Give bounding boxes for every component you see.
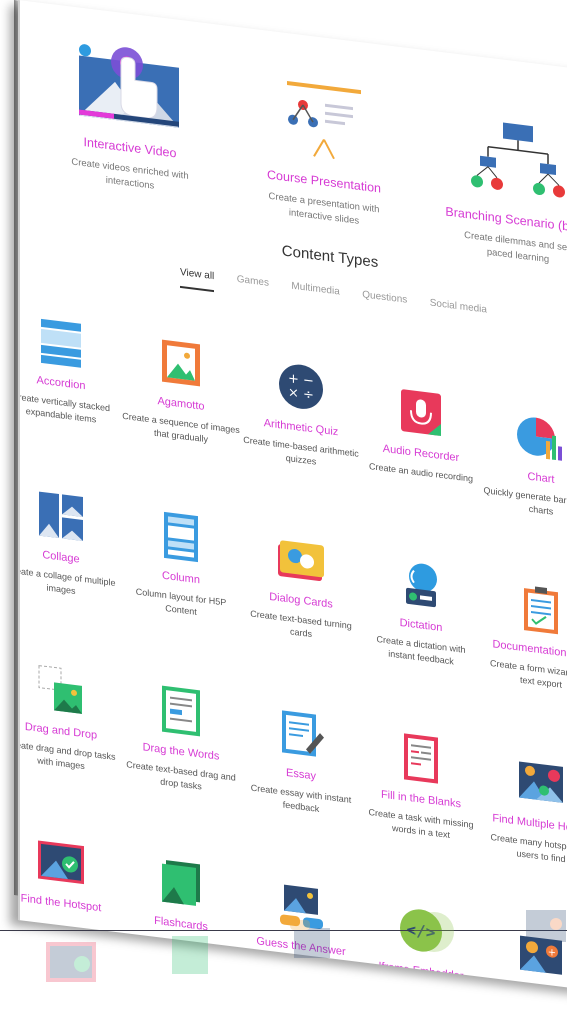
audio-recorder-icon [396,384,446,440]
essay-icon [276,706,326,762]
content-type-drag-and-drop[interactable]: Drag and Drop Create drag and drop tasks… [18,658,120,777]
content-type-desc: Column layout for H5P Content [135,586,227,617]
agamotto-icon [156,335,206,391]
content-type-fill-in-the-blanks[interactable]: Fill in the Blanks Create a task with mi… [362,726,480,845]
find-multiple-hotspots-icon [516,755,566,811]
content-type-desc: Create a sequence of images that gradual… [122,410,240,445]
svg-text:× ÷: × ÷ [288,385,314,403]
collage-icon [36,488,86,544]
drag-the-words-icon [156,683,206,739]
content-type-collage[interactable]: Collage Create a collage of multiple ima… [18,484,120,603]
featured-card-branching-scenario[interactable]: Branching Scenario (beta) Create dilemma… [428,105,567,274]
tab-social-media[interactable]: Social media [430,298,487,324]
content-type-desc: Create many hotspots for users to find [490,832,567,865]
content-type-essay[interactable]: Essay Create essay with instant feedback [242,702,360,821]
content-type-desc: Create essay with instant feedback [250,782,352,814]
dictation-icon [396,556,446,612]
content-hub-page: Interactive Video Create videos enriched… [18,0,567,997]
content-type-desc: Create drag and drop tasks with images [18,738,116,772]
content-type-desc: Create a dictation with instant feedback [376,634,466,667]
content-type-column[interactable]: Column Column layout for H5P Content [122,505,240,624]
tab-games[interactable]: Games [237,274,269,297]
content-type-desc: Create a task with missing words in a te… [368,807,474,841]
content-type-dialog-cards[interactable]: Dialog Cards Create text-based turning c… [242,528,360,647]
content-type-arithmetic-quiz[interactable]: + − × ÷ Arithmetic Quiz Create time-based… [242,355,360,474]
content-type-accordion[interactable]: Accordion Create vertically stacked expa… [18,310,120,429]
content-type-desc: Create time-based arithmetic quizzes [243,434,359,467]
content-type-desc: Create a form wizard with text export [489,657,567,690]
content-type-agamotto[interactable]: Agamotto Create a sequence of images tha… [122,331,240,450]
fill-in-the-blanks-icon [396,730,446,786]
page-reflection [18,900,567,1013]
column-icon [156,509,206,565]
arithmetic-quiz-icon: + − × ÷ [276,359,326,415]
content-type-documentation-tool[interactable]: Documentation Tool Create a form wizard … [482,577,567,696]
drag-and-drop-icon [36,662,86,718]
content-type-chart[interactable]: Chart Quickly generate bar and pie chart… [482,405,567,524]
featured-card-course-presentation[interactable]: Course Presentation Create a presentatio… [234,67,414,236]
documentation-tool-icon [516,581,566,637]
content-type-desc: Create text-based drag and drop tasks [126,759,236,792]
content-type-desc: Create text-based turning cards [250,608,352,640]
tab-view-all[interactable]: View all [180,266,215,293]
featured-content-types: Interactive Video Create videos enriched… [20,20,567,265]
featured-card-interactive-video[interactable]: Interactive Video Create videos enriched… [40,33,220,202]
interactive-video-icon [75,37,185,136]
chart-icon [516,409,566,465]
content-type-desc: Create vertically stacked expandable ite… [18,391,111,425]
dialog-cards-icon [276,532,326,588]
content-type-find-multiple-hotspots[interactable]: Find Multiple Hots... Create many hotspo… [482,751,567,870]
branching-scenario-icon [463,110,567,209]
accordion-icon [36,314,86,370]
content-type-drag-the-words[interactable]: Drag the Words Create text-based drag an… [122,679,240,798]
screenshot-stage: Interactive Video Create videos enriched… [0,0,567,1013]
tab-questions[interactable]: Questions [362,289,407,314]
content-type-audio-recorder[interactable]: Audio Recorder Create an audio recording [362,380,480,486]
tab-multimedia[interactable]: Multimedia [291,281,339,306]
content-type-desc: Create a collage of multiple images [18,564,116,597]
content-type-desc: Quickly generate bar and pie charts [483,485,567,517]
course-presentation-icon [269,71,379,170]
content-type-dictation[interactable]: Dictation Create a dictation with instan… [362,552,480,671]
find-the-hotspot-icon [36,834,86,890]
